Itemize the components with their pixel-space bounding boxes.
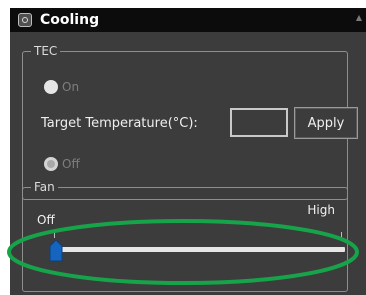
fan-group: Fan Off High (22, 179, 348, 292)
fan-max-label: High (307, 203, 335, 217)
target-temperature-label: Target Temperature(°C): (41, 116, 198, 131)
fan-speed-slider-track[interactable] (51, 247, 345, 252)
tec-group: TEC On Target Temperature(°C): Apply Off (22, 43, 358, 200)
window-titlebar: Cooling ▲ (10, 8, 366, 32)
fan-icon (18, 13, 32, 27)
fan-min-label: Off (37, 213, 55, 227)
fan-legend: Fan (31, 179, 58, 195)
radio-unselected-icon (44, 80, 58, 94)
radio-selected-icon (44, 157, 58, 171)
tec-on-label: On (62, 80, 80, 94)
tec-off-radio[interactable]: Off (44, 157, 80, 171)
collapse-arrow-icon[interactable]: ▲ (356, 13, 362, 22)
slider-tick-min (54, 232, 55, 238)
apply-button[interactable]: Apply (294, 107, 358, 139)
target-temperature-input[interactable] (230, 108, 288, 137)
cooling-panel: TEC On Target Temperature(°C): Apply Off… (10, 32, 366, 295)
window-title: Cooling (40, 12, 100, 28)
tec-legend: TEC (31, 43, 61, 59)
fan-speed-slider-thumb[interactable] (49, 240, 63, 262)
slider-tick-max (341, 232, 342, 238)
tec-off-label: Off (62, 157, 80, 171)
tec-on-radio[interactable]: On (44, 80, 79, 94)
cooling-window: Cooling ▲ TEC On Target Temperature(°C):… (0, 0, 366, 295)
